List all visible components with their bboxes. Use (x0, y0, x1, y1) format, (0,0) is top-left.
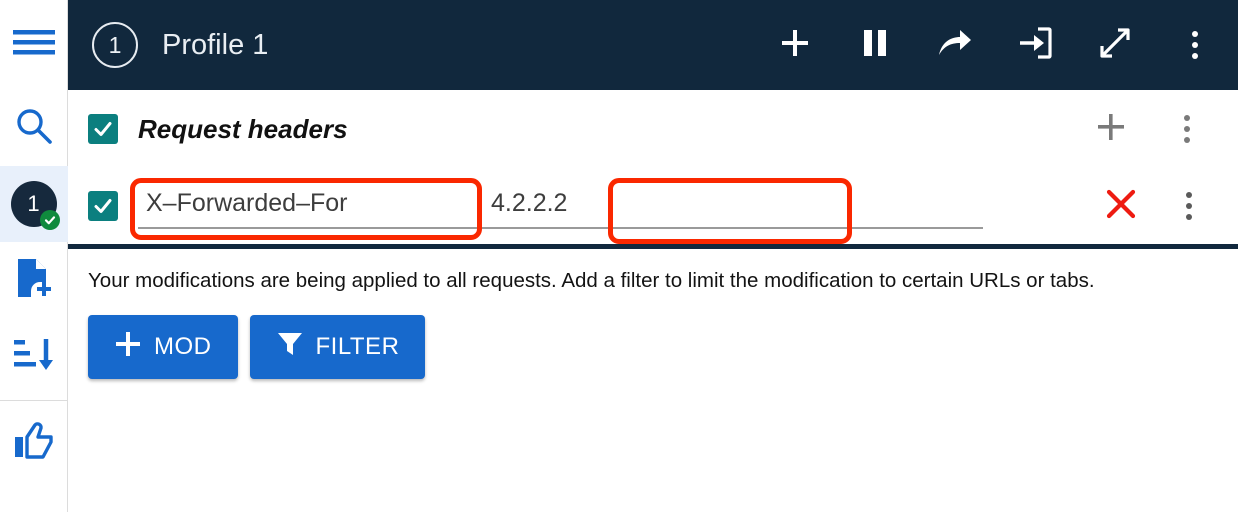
sort-descending-icon (13, 336, 55, 377)
request-headers-section-header: Request headers (68, 90, 1238, 168)
sidebar: 1 (0, 0, 68, 512)
export-button[interactable] (1018, 26, 1052, 65)
header-row-checkbox[interactable] (88, 191, 118, 221)
app-window: 1 1 Profile 1 Request headers X–Forwarde… (0, 0, 1238, 512)
plus-icon (1095, 111, 1127, 148)
request-headers-checkbox[interactable] (88, 114, 118, 144)
add-button[interactable] (778, 28, 812, 62)
file-add-icon (14, 257, 54, 304)
search-icon (14, 106, 54, 151)
header-name-field (138, 181, 483, 231)
thumbs-up-icon (13, 421, 55, 466)
share-button[interactable] (938, 28, 972, 62)
pause-icon (860, 27, 890, 64)
share-arrow-icon (937, 28, 973, 63)
content-area: Request headers X–Forwarded–For 4.2.2.2 … (68, 90, 1238, 512)
profile-header-bar: 1 Profile 1 (68, 0, 1238, 90)
add-filter-label: FILTER (315, 333, 400, 360)
sidebar-item-sort[interactable] (0, 318, 68, 394)
section-more-button[interactable] (1170, 112, 1204, 146)
plus-icon (778, 26, 812, 65)
hamburger-menu-icon (12, 28, 55, 63)
pause-button[interactable] (858, 28, 892, 62)
sidebar-item-profile-1[interactable]: 1 (0, 166, 68, 242)
row-more-button[interactable] (1172, 189, 1206, 223)
plus-icon (114, 330, 142, 365)
action-buttons: MOD FILTER (68, 295, 1238, 379)
header-value-input[interactable] (483, 183, 983, 229)
section-actions (1094, 112, 1218, 146)
header-row (68, 168, 1238, 244)
page-title: Profile 1 (162, 28, 269, 61)
section-title: Request headers (138, 113, 348, 144)
add-mod-button[interactable]: MOD (88, 315, 238, 379)
header-value-field (483, 181, 983, 231)
more-vertical-icon (1192, 31, 1198, 59)
header-name-input[interactable] (138, 183, 483, 229)
sidebar-item-new-profile[interactable] (0, 242, 68, 318)
login-arrow-box-icon (1018, 26, 1052, 65)
header-more-button[interactable] (1178, 28, 1212, 62)
add-mod-label: MOD (154, 333, 212, 360)
close-x-icon (1105, 188, 1137, 225)
avatar: 1 (10, 181, 60, 230)
add-filter-button[interactable]: FILTER (249, 315, 426, 379)
main-area: 1 Profile 1 Request headers X–Forwarded–… (68, 0, 1238, 512)
row-actions (1104, 189, 1218, 223)
sidebar-item-menu[interactable] (0, 0, 68, 90)
more-vertical-icon (1184, 115, 1190, 143)
more-vertical-icon (1186, 192, 1192, 220)
expand-diagonal-icon (1098, 26, 1132, 65)
expand-button[interactable] (1098, 26, 1132, 65)
sidebar-item-search[interactable] (0, 90, 68, 166)
sidebar-divider (0, 400, 68, 401)
delete-header-button[interactable] (1104, 189, 1138, 223)
profile-number-badge: 1 (92, 22, 138, 68)
add-header-button[interactable] (1094, 112, 1128, 146)
header-actions (778, 26, 1216, 65)
funnel-icon (276, 330, 304, 365)
modification-note: Your modifications are being applied to … (88, 269, 1095, 292)
check-badge-icon (39, 210, 60, 230)
sidebar-item-thumbs-up[interactable] (0, 405, 68, 481)
